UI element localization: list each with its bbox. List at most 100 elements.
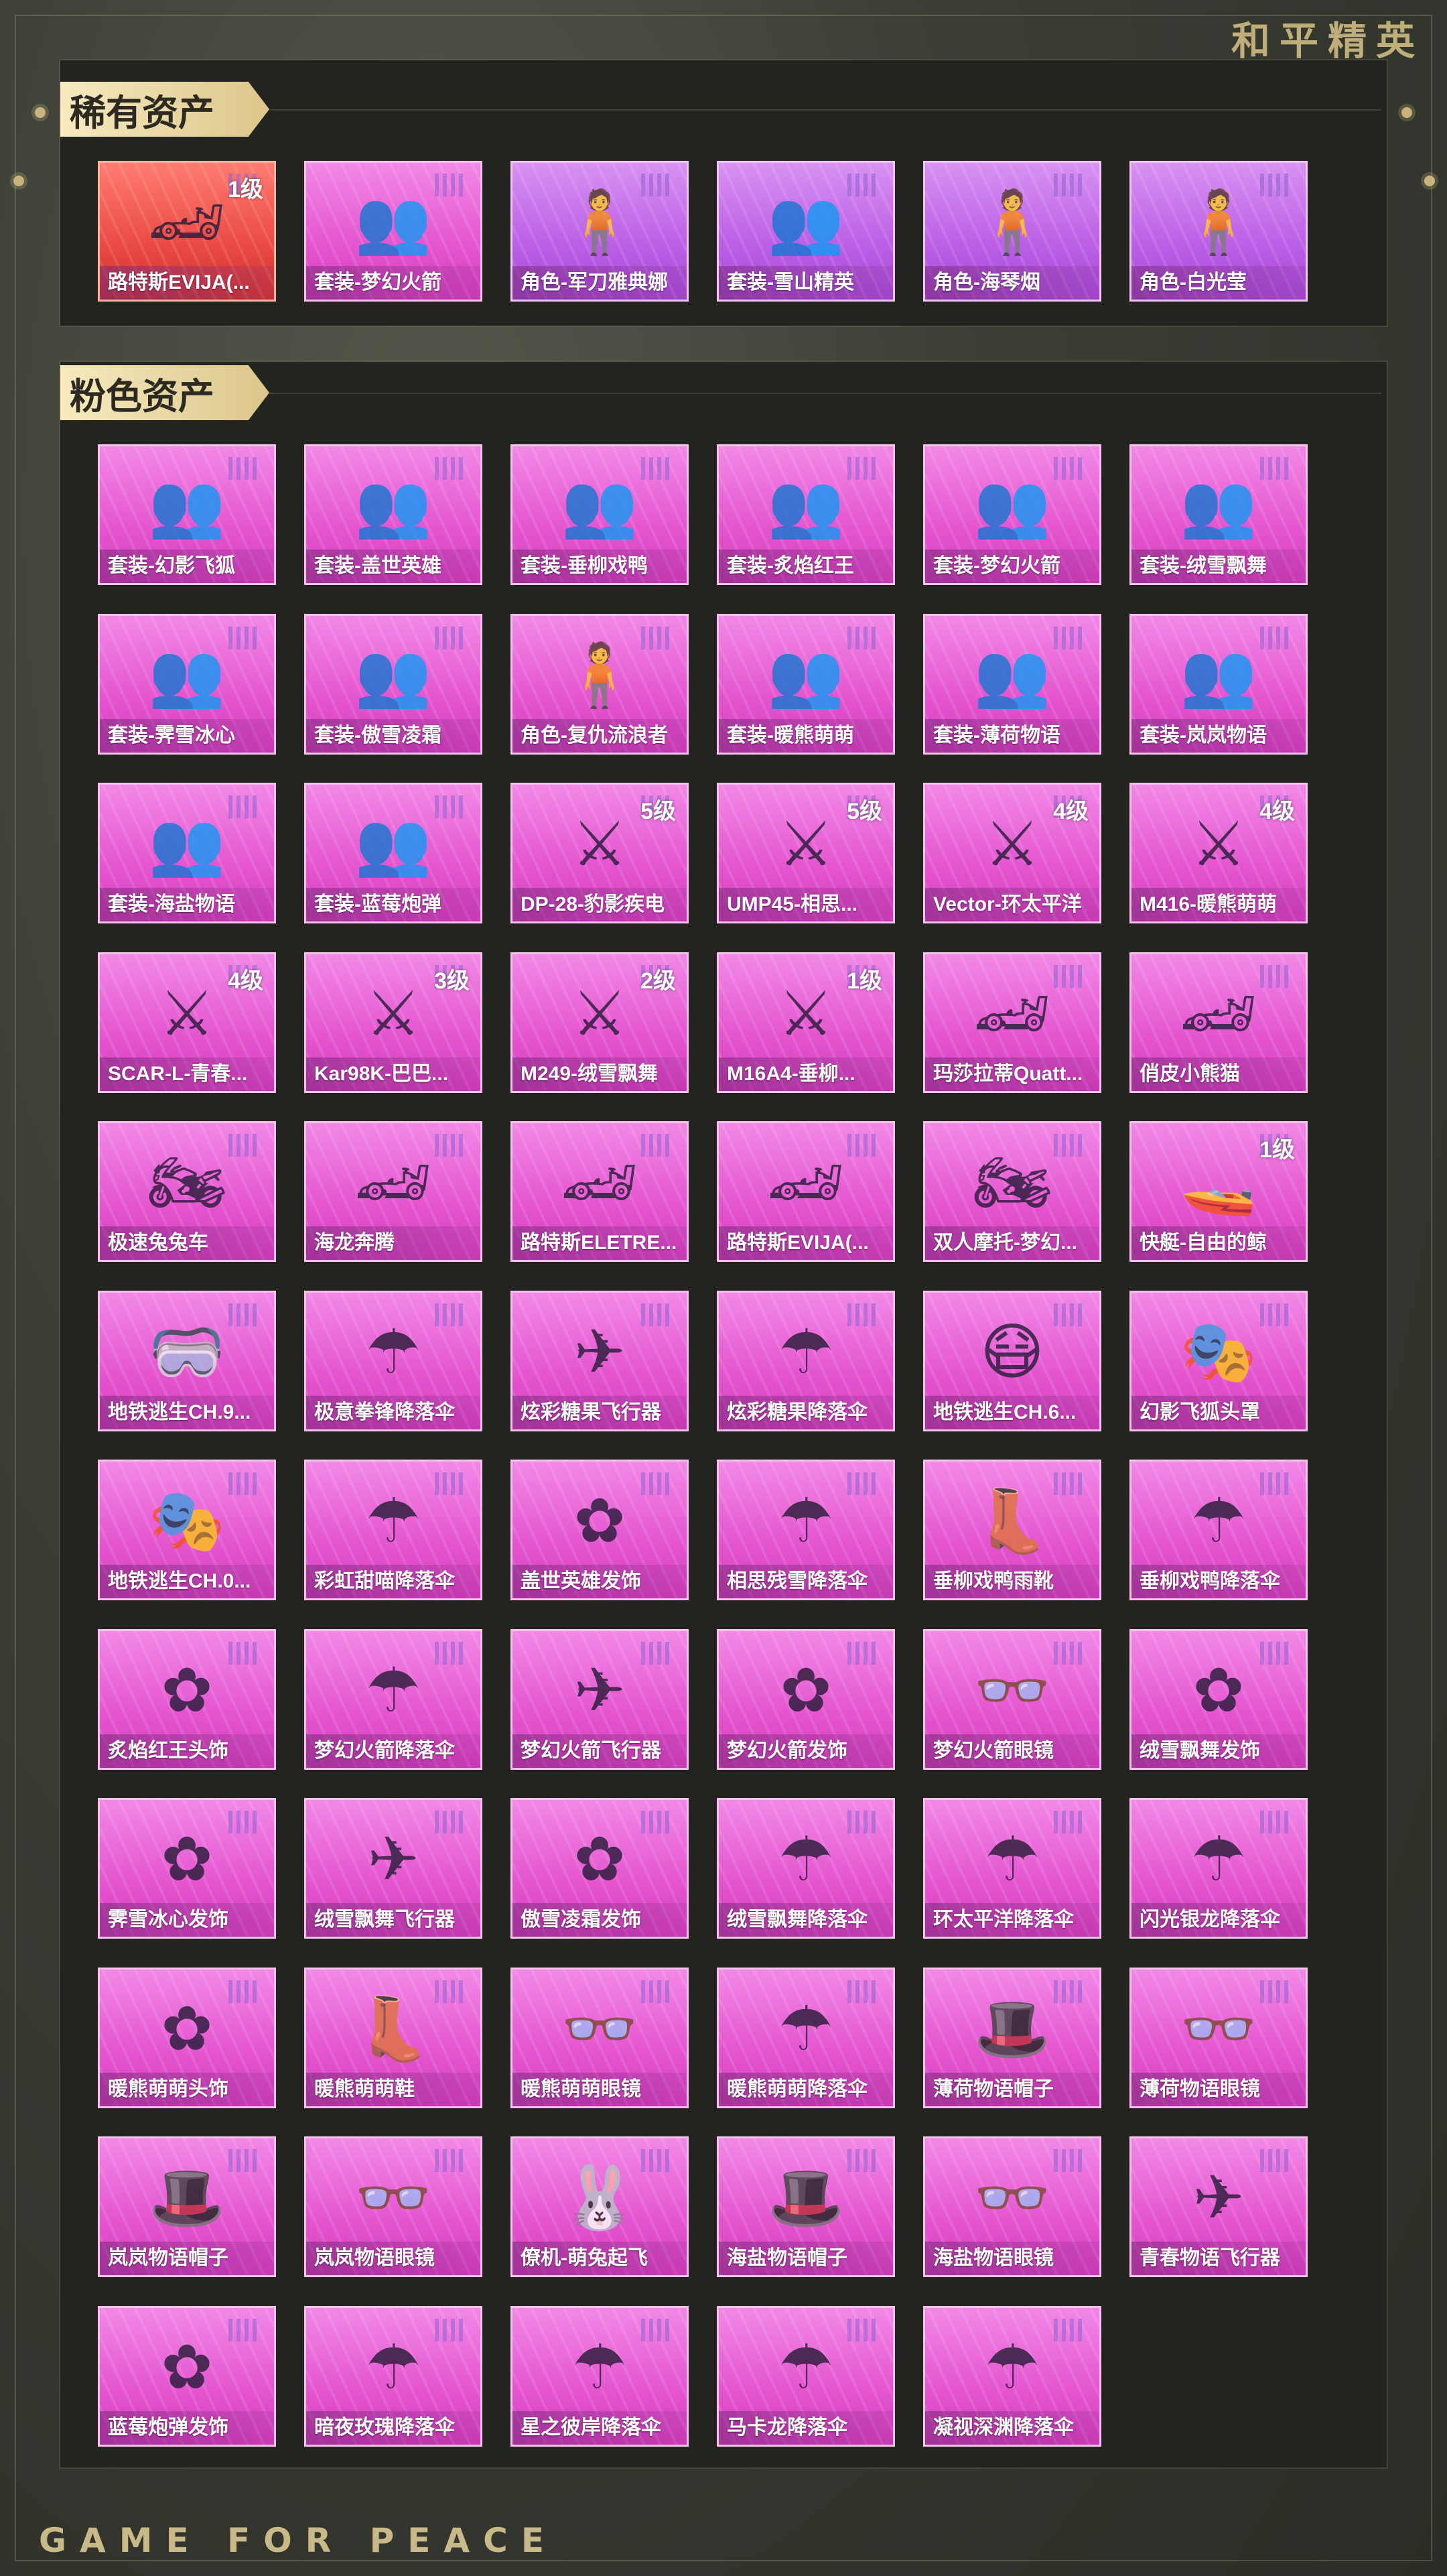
asset-card[interactable]: ⚔ 3级 Kar98K-巴巴... xyxy=(304,952,482,1093)
asset-card[interactable]: ✈ 青春物语飞行器 xyxy=(1129,2136,1308,2277)
asset-name: 傲雪凌霜发饰 xyxy=(512,1903,687,1937)
asset-card[interactable]: ☂ 彩虹甜喵降落伞 xyxy=(304,1460,482,1600)
asset-card[interactable]: 🏎 路特斯EVIJA(... xyxy=(717,1121,895,1262)
asset-card[interactable]: 🥽 地铁逃生CH.9... xyxy=(98,1290,276,1431)
asset-card[interactable]: 👥 套装-炙焰红王 xyxy=(717,444,895,585)
asset-card[interactable]: ⚔ 5级 UMP45-相思... xyxy=(717,783,895,923)
asset-card[interactable]: 🏎 海龙奔腾 xyxy=(304,1121,482,1262)
hair-icon: ✿ xyxy=(573,1485,626,1557)
asset-card[interactable]: ☂ 炫彩糖果降落伞 xyxy=(717,1290,895,1431)
asset-card[interactable]: 🏍 双人摩托-梦幻... xyxy=(923,1121,1101,1262)
asset-card[interactable]: 🎩 薄荷物语帽子 xyxy=(923,1967,1101,2108)
hat-icon: 🎩 xyxy=(767,2162,845,2234)
asset-card[interactable]: ☂ 星之彼岸降落伞 xyxy=(510,2305,689,2447)
asset-card[interactable]: ✿ 暖熊萌萌头饰 xyxy=(98,1967,276,2108)
asset-card[interactable]: 🏎 俏皮小熊猫 xyxy=(1129,952,1308,1093)
asset-name: Kar98K-巴巴... xyxy=(306,1057,480,1091)
asset-card[interactable]: ☂ 梦幻火箭降落伞 xyxy=(304,1628,482,1770)
parachute-icon: ☂ xyxy=(1190,1485,1247,1557)
asset-name: 路特斯ELETRE... xyxy=(512,1226,687,1260)
asset-card[interactable]: ✿ 绒雪飘舞发饰 xyxy=(1129,1628,1308,1770)
asset-card[interactable]: ☂ 极意拳锋降落伞 xyxy=(304,1290,482,1431)
asset-card[interactable]: 👓 海盐物语眼镜 xyxy=(923,2136,1101,2277)
asset-card[interactable]: ☂ 绒雪飘舞降落伞 xyxy=(717,1798,895,1939)
glasses-icon: 👓 xyxy=(973,1654,1051,1726)
asset-card[interactable]: 🏎 路特斯ELETRE... xyxy=(510,1121,689,1262)
asset-card[interactable]: 👥 套装-岚岚物语 xyxy=(1129,613,1308,755)
asset-card[interactable]: 🚤 1级 快艇-自由的鲸 xyxy=(1129,1121,1308,1262)
asset-card[interactable]: ✿ 炙焰红王头饰 xyxy=(98,1628,276,1770)
asset-card[interactable]: 👥 套装-盖世英雄 xyxy=(304,444,482,585)
hair-icon: ✿ xyxy=(1192,1654,1245,1726)
asset-card[interactable]: 🧍 角色-白光莹 xyxy=(1129,161,1308,302)
asset-card[interactable]: 👥 套装-绒雪飘舞 xyxy=(1129,444,1308,585)
asset-card[interactable]: 🧍 角色-军刀雅典娜 xyxy=(510,161,689,302)
asset-card[interactable]: ✿ 蓝莓炮弹发饰 xyxy=(98,2305,276,2447)
asset-card[interactable]: ☂ 暗夜玫瑰降落伞 xyxy=(304,2305,482,2447)
asset-card[interactable]: ✿ 盖世英雄发饰 xyxy=(510,1460,689,1600)
asset-name: M249-绒雪飘舞 xyxy=(512,1057,687,1091)
asset-name: 梦幻火箭降落伞 xyxy=(306,1734,480,1768)
asset-card[interactable]: 🐰 僚机-萌兔起飞 xyxy=(510,2136,689,2277)
asset-card[interactable]: ✿ 霁雪冰心发饰 xyxy=(98,1798,276,1939)
asset-name: 暖熊萌萌鞋 xyxy=(306,2072,480,2106)
asset-card[interactable]: ⚔ 1级 M16A4-垂柳... xyxy=(717,952,895,1093)
asset-card[interactable]: ⚔ 4级 Vector-环太平洋 xyxy=(923,783,1101,923)
asset-card[interactable]: ✿ 傲雪凌霜发饰 xyxy=(510,1798,689,1939)
asset-card[interactable]: 🎭 幻影飞狐头罩 xyxy=(1129,1290,1308,1431)
asset-card[interactable]: 🏍 极速兔兔车 xyxy=(98,1121,276,1262)
asset-card[interactable]: ☂ 凝视深渊降落伞 xyxy=(923,2305,1101,2447)
asset-card[interactable]: ☂ 闪光银龙降落伞 xyxy=(1129,1798,1308,1939)
asset-card[interactable]: ✈ 绒雪飘舞飞行器 xyxy=(304,1798,482,1939)
mask-icon: 🎭 xyxy=(1180,1315,1257,1388)
asset-card[interactable]: ✈ 炫彩糖果飞行器 xyxy=(510,1290,689,1431)
asset-card[interactable]: ⚔ 4级 M416-暖熊萌萌 xyxy=(1129,783,1308,923)
outfit-icon: 👥 xyxy=(1180,470,1257,541)
asset-card[interactable]: 🧍 角色-海琴烟 xyxy=(923,161,1101,302)
asset-card[interactable]: 👥 套装-海盐物语 xyxy=(98,783,276,923)
asset-name: 极速兔兔车 xyxy=(100,1226,274,1260)
asset-card[interactable]: 👥 套装-暖熊萌萌 xyxy=(717,613,895,755)
asset-card[interactable]: 👥 套装-幻影飞狐 xyxy=(98,444,276,585)
asset-card[interactable]: 🧍 角色-复仇流浪者 xyxy=(510,613,689,755)
corner-dot xyxy=(13,176,24,186)
game-logo-top: 和平精英 xyxy=(1231,18,1424,64)
asset-card[interactable]: ✿ 梦幻火箭发饰 xyxy=(717,1628,895,1770)
asset-name: 路特斯EVIJA(... xyxy=(719,1226,893,1260)
asset-name: 暖熊萌萌眼镜 xyxy=(512,2072,687,2106)
outfit-icon: 👥 xyxy=(354,808,432,880)
asset-card[interactable]: 👓 梦幻火箭眼镜 xyxy=(923,1628,1101,1770)
asset-card[interactable]: ⚔ 2级 M249-绒雪飘舞 xyxy=(510,952,689,1093)
asset-card[interactable]: 🎭 地铁逃生CH.0... xyxy=(98,1460,276,1600)
asset-card[interactable]: 👥 套装-傲雪凌霜 xyxy=(304,613,482,755)
asset-card[interactable]: 👢 垂柳戏鸭雨靴 xyxy=(923,1460,1101,1600)
asset-card[interactable]: 👥 套装-霁雪冰心 xyxy=(98,613,276,755)
asset-card[interactable]: 👥 套装-蓝莓炮弹 xyxy=(304,783,482,923)
asset-card[interactable]: ☂ 暖熊萌萌降落伞 xyxy=(717,1967,895,2108)
asset-card[interactable]: ⚔ 4级 SCAR-L-青春... xyxy=(98,952,276,1093)
asset-card[interactable]: 👓 岚岚物语眼镜 xyxy=(304,2136,482,2277)
asset-card[interactable]: 👥 套装-薄荷物语 xyxy=(923,613,1101,755)
asset-name: 僚机-萌兔起飞 xyxy=(512,2242,687,2275)
asset-card[interactable]: ⚔ 5级 DP-28-豹影疾电 xyxy=(510,783,689,923)
grade-badge: 5级 xyxy=(640,799,676,824)
asset-card[interactable]: 🎩 海盐物语帽子 xyxy=(717,2136,895,2277)
asset-card[interactable]: 👥 套装-梦幻火箭 xyxy=(304,161,482,302)
asset-card[interactable]: ☂ 相思残雪降落伞 xyxy=(717,1460,895,1600)
asset-card[interactable]: 👓 薄荷物语眼镜 xyxy=(1129,1967,1308,2108)
glasses-icon: 👓 xyxy=(1180,1992,1257,2065)
character-icon: 🧍 xyxy=(561,639,638,711)
asset-card[interactable]: ☂ 环太平洋降落伞 xyxy=(923,1798,1101,1939)
asset-card[interactable]: 🏎 玛莎拉蒂Quatt... xyxy=(923,952,1101,1093)
asset-card[interactable]: 👢 暖熊萌萌鞋 xyxy=(304,1967,482,2108)
asset-card[interactable]: 🎩 岚岚物语帽子 xyxy=(98,2136,276,2277)
asset-card[interactable]: 👥 套装-雪山精英 xyxy=(717,161,895,302)
asset-card[interactable]: 👓 暖熊萌萌眼镜 xyxy=(510,1967,689,2108)
asset-card[interactable]: 👥 套装-垂柳戏鸭 xyxy=(510,444,689,585)
asset-card[interactable]: ✈ 梦幻火箭飞行器 xyxy=(510,1628,689,1770)
asset-card[interactable]: 👥 套装-梦幻火箭 xyxy=(923,444,1101,585)
asset-card[interactable]: ☂ 垂柳戏鸭降落伞 xyxy=(1129,1460,1308,1600)
asset-card[interactable]: ☂ 马卡龙降落伞 xyxy=(717,2305,895,2447)
asset-card[interactable]: 😷 地铁逃生CH.6... xyxy=(923,1290,1101,1431)
asset-card[interactable]: 🏎 1级 路特斯EVIJA(... xyxy=(98,161,276,302)
